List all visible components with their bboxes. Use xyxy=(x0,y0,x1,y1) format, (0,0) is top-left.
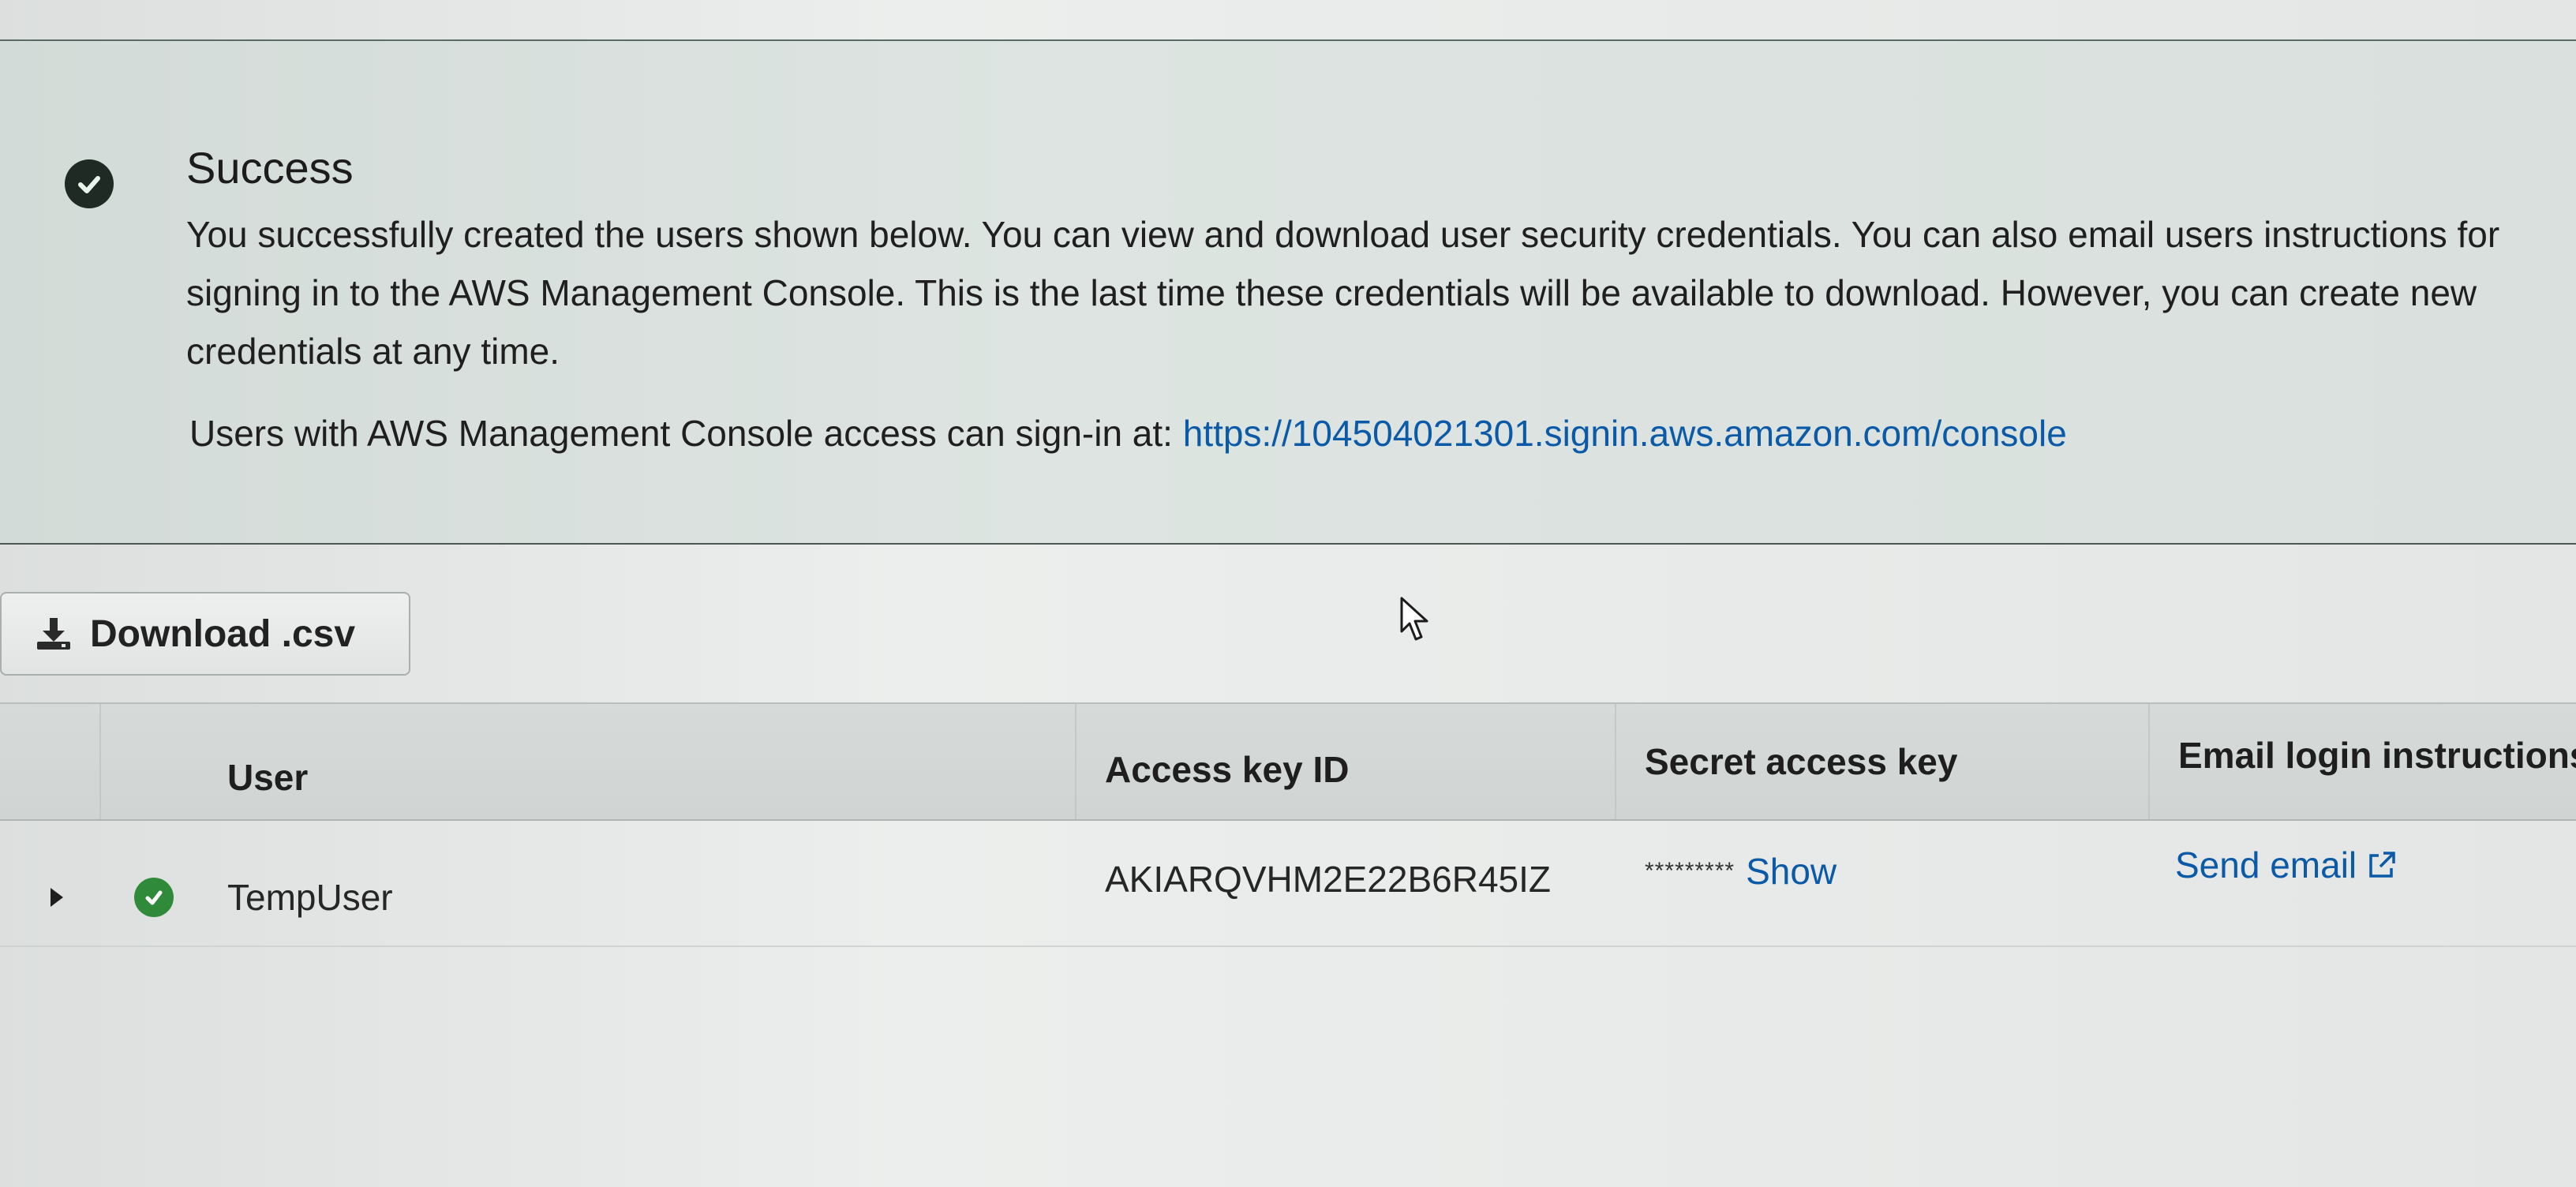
cell-email-login: Send email xyxy=(2150,821,2576,945)
caret-right-icon xyxy=(51,888,63,907)
row-status xyxy=(101,821,199,945)
header-status-col xyxy=(101,704,199,819)
send-email-link[interactable]: Send email xyxy=(2175,844,2357,886)
expand-row-toggle[interactable] xyxy=(0,821,101,945)
mouse-cursor-icon xyxy=(1400,597,1432,646)
secret-masked-value: ********* xyxy=(1645,858,1735,884)
check-circle-icon xyxy=(134,878,174,917)
users-credentials-table: User Access key ID Secret access key Ema… xyxy=(0,702,2576,947)
header-user[interactable]: User xyxy=(199,704,1076,819)
success-banner: Success You successfully created the use… xyxy=(0,39,2576,545)
header-access-key-id[interactable]: Access key ID xyxy=(1076,704,1616,819)
download-icon xyxy=(35,616,73,651)
header-expand-col xyxy=(0,704,101,819)
cell-access-key-id: AKIARQVHM2E22B6R45IZ xyxy=(1105,859,1552,900)
signin-url-link[interactable]: https://104504021301.signin.aws.amazon.c… xyxy=(1183,413,2067,454)
table-header: User Access key ID Secret access key Ema… xyxy=(0,702,2576,821)
cell-secret-access-key: ********* Show xyxy=(1616,821,2150,945)
show-secret-link[interactable]: Show xyxy=(1746,850,1837,893)
banner-title: Success xyxy=(186,143,354,193)
header-secret-access-key[interactable]: Secret access key xyxy=(1616,704,2150,819)
page: Success You successfully created the use… xyxy=(0,0,2576,1187)
banner-message: You successfully created the users shown… xyxy=(186,214,2500,372)
signin-prefix: Users with AWS Management Console access… xyxy=(189,413,1173,454)
header-email-login[interactable]: Email login instructions xyxy=(2150,704,2576,819)
external-link-icon xyxy=(2366,849,2398,881)
signin-info: Users with AWS Management Console access… xyxy=(189,412,2067,455)
table-row: TempUser AKIARQVHM2E22B6R45IZ ********* … xyxy=(0,821,2576,947)
download-csv-button[interactable]: Download .csv xyxy=(0,592,410,676)
cell-user: TempUser xyxy=(227,877,393,918)
check-circle-icon xyxy=(65,159,114,208)
download-csv-label: Download .csv xyxy=(90,612,356,655)
